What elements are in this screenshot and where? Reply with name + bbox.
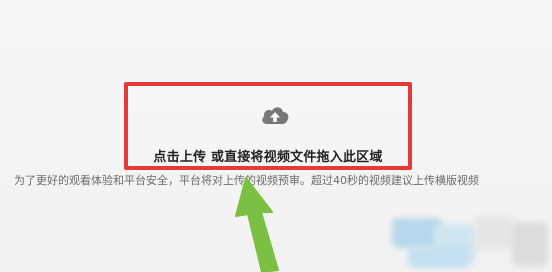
cloud-upload-icon — [262, 107, 289, 124]
green-arrow-annotation — [235, 177, 279, 272]
upload-drop-zone[interactable]: 点击上传 或直接将视频文件拖入此区域 — [124, 82, 412, 170]
upload-label[interactable]: 点击上传 或直接将视频文件拖入此区域 — [128, 146, 408, 165]
upload-page: 点击上传 或直接将视频文件拖入此区域 为了更好的观看体验和平台安全，平台将对上传… — [0, 0, 552, 272]
blurred-region — [372, 210, 552, 272]
